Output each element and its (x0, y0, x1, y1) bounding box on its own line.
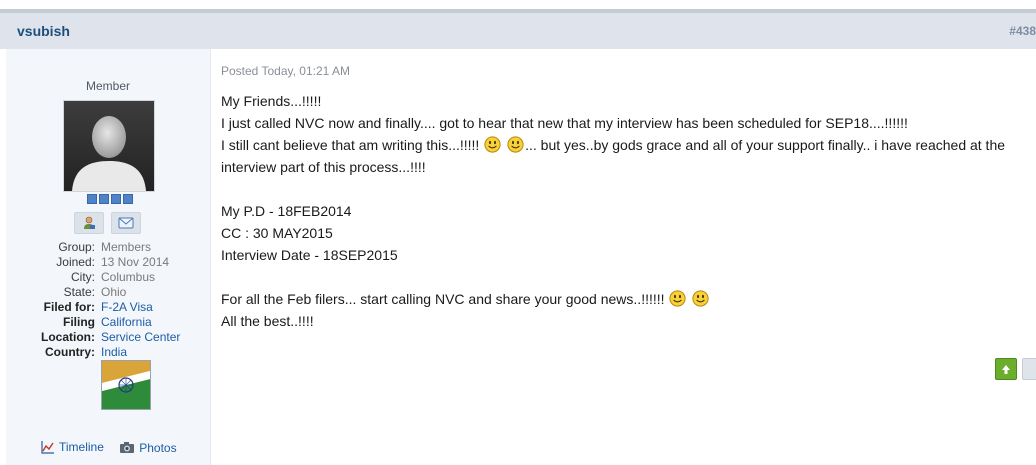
post-text: CC : 30 MAY2015 (221, 225, 333, 241)
smiley-icon (669, 290, 687, 307)
timeline-icon (41, 441, 54, 454)
member-rank: Member (85, 79, 130, 93)
user-profile-icon (84, 216, 95, 229)
india-flag-icon (101, 360, 151, 410)
profile-field-joined: Joined: 13 Nov 2014 (6, 255, 210, 270)
rank-pip (99, 194, 109, 204)
post-line: CC : 30 MAY2015 (221, 222, 333, 244)
field-label: Country: (45, 345, 95, 359)
smiley-icon (484, 136, 501, 153)
photos-link[interactable]: Photos (119, 440, 177, 455)
profile-field-city: City: Columbus (6, 270, 210, 285)
author-sidebar: Member Group: Members Joined: 13 Nov 201… (6, 49, 211, 465)
rank-pips (87, 194, 133, 204)
avatar[interactable] (63, 100, 155, 192)
smiley-icon (692, 290, 709, 307)
photos-link-label: Photos (139, 440, 177, 455)
post-line: My Friends...!!!!! (221, 90, 321, 112)
profile-field-state: State: Ohio (6, 285, 210, 300)
profile-field-filed-for: Filed for: F-2A Visa (6, 300, 210, 315)
post-text (502, 137, 506, 153)
author-name-link[interactable]: vsubish (17, 23, 70, 39)
field-label: Group: (58, 240, 95, 254)
view-profile-button[interactable] (74, 212, 104, 234)
post-line: All the best..!!!! (221, 310, 314, 332)
post-line: For all the Feb filers... start calling … (221, 288, 710, 310)
field-label: State: (63, 285, 95, 299)
profile-field-filing: Filing California (6, 315, 210, 330)
profile-bottom-links: Timeline Photos (41, 440, 189, 457)
default-avatar-icon (64, 101, 154, 191)
post-line: Interview Date - 18SEP2015 (221, 244, 398, 266)
post-text: My Friends...!!!!! (221, 93, 322, 109)
post-text: Interview Date - 18SEP2015 (221, 247, 398, 263)
timeline-link[interactable]: Timeline (41, 440, 104, 454)
quote-button[interactable] (1022, 358, 1036, 380)
profile-field-country: Country: India (6, 345, 210, 360)
post-timestamp: Posted Today, 01:21 AM (221, 64, 350, 78)
post-header: vsubish #438 (0, 13, 1036, 49)
reputation-up-button[interactable] (995, 358, 1017, 380)
top-spacer (0, 0, 1036, 9)
post-text: ... but yes..by gods grace and all of yo… (525, 137, 1006, 153)
post-text: All the best..!!!! (221, 313, 314, 329)
profile-field-group: Group: Members (6, 240, 210, 255)
post-line: My P.D - 18FEB2014 (221, 200, 351, 222)
post-line: interview part of this process...!!!! (221, 156, 426, 178)
field-label: Location: (41, 330, 95, 344)
smiley-icon (507, 136, 524, 153)
thumbs-up-icon (1002, 364, 1010, 374)
post-number-link[interactable]: #438 (1009, 24, 1036, 38)
field-value: 13 Nov 2014 (101, 255, 170, 269)
rank-pip (111, 194, 121, 204)
send-message-button[interactable] (111, 212, 141, 234)
field-label: Joined: (56, 255, 95, 269)
field-label: City: (71, 270, 95, 284)
post-text: I still cant believe that am writing thi… (221, 137, 484, 153)
filed-for-link[interactable]: F-2A Visa (101, 300, 153, 315)
post-text: interview part of this process...!!!! (221, 159, 426, 175)
camera-icon (120, 442, 135, 453)
field-label: Filing (63, 315, 95, 329)
post-line: I just called NVC now and finally.... go… (221, 112, 908, 134)
field-label: Filed for: (43, 300, 95, 314)
country-link[interactable]: India (101, 345, 127, 360)
timeline-link-label: Timeline (59, 440, 104, 454)
rank-pip (123, 194, 133, 204)
filing-location-link[interactable]: Service Center (101, 330, 180, 345)
field-value: Ohio (101, 285, 127, 299)
rank-pip (87, 194, 97, 204)
post-line: I still cant believe that am writing thi… (221, 134, 1005, 156)
field-value: Columbus (101, 270, 156, 284)
field-value: Members (101, 240, 152, 254)
post-text: My P.D - 18FEB2014 (221, 203, 352, 219)
filing-location-link[interactable]: California (101, 315, 152, 330)
post-text: For all the Feb filers... start calling … (221, 291, 669, 307)
post-text: I just called NVC now and finally.... go… (221, 115, 908, 131)
message-icon (118, 217, 134, 229)
profile-field-location: Location: Service Center (6, 330, 210, 345)
